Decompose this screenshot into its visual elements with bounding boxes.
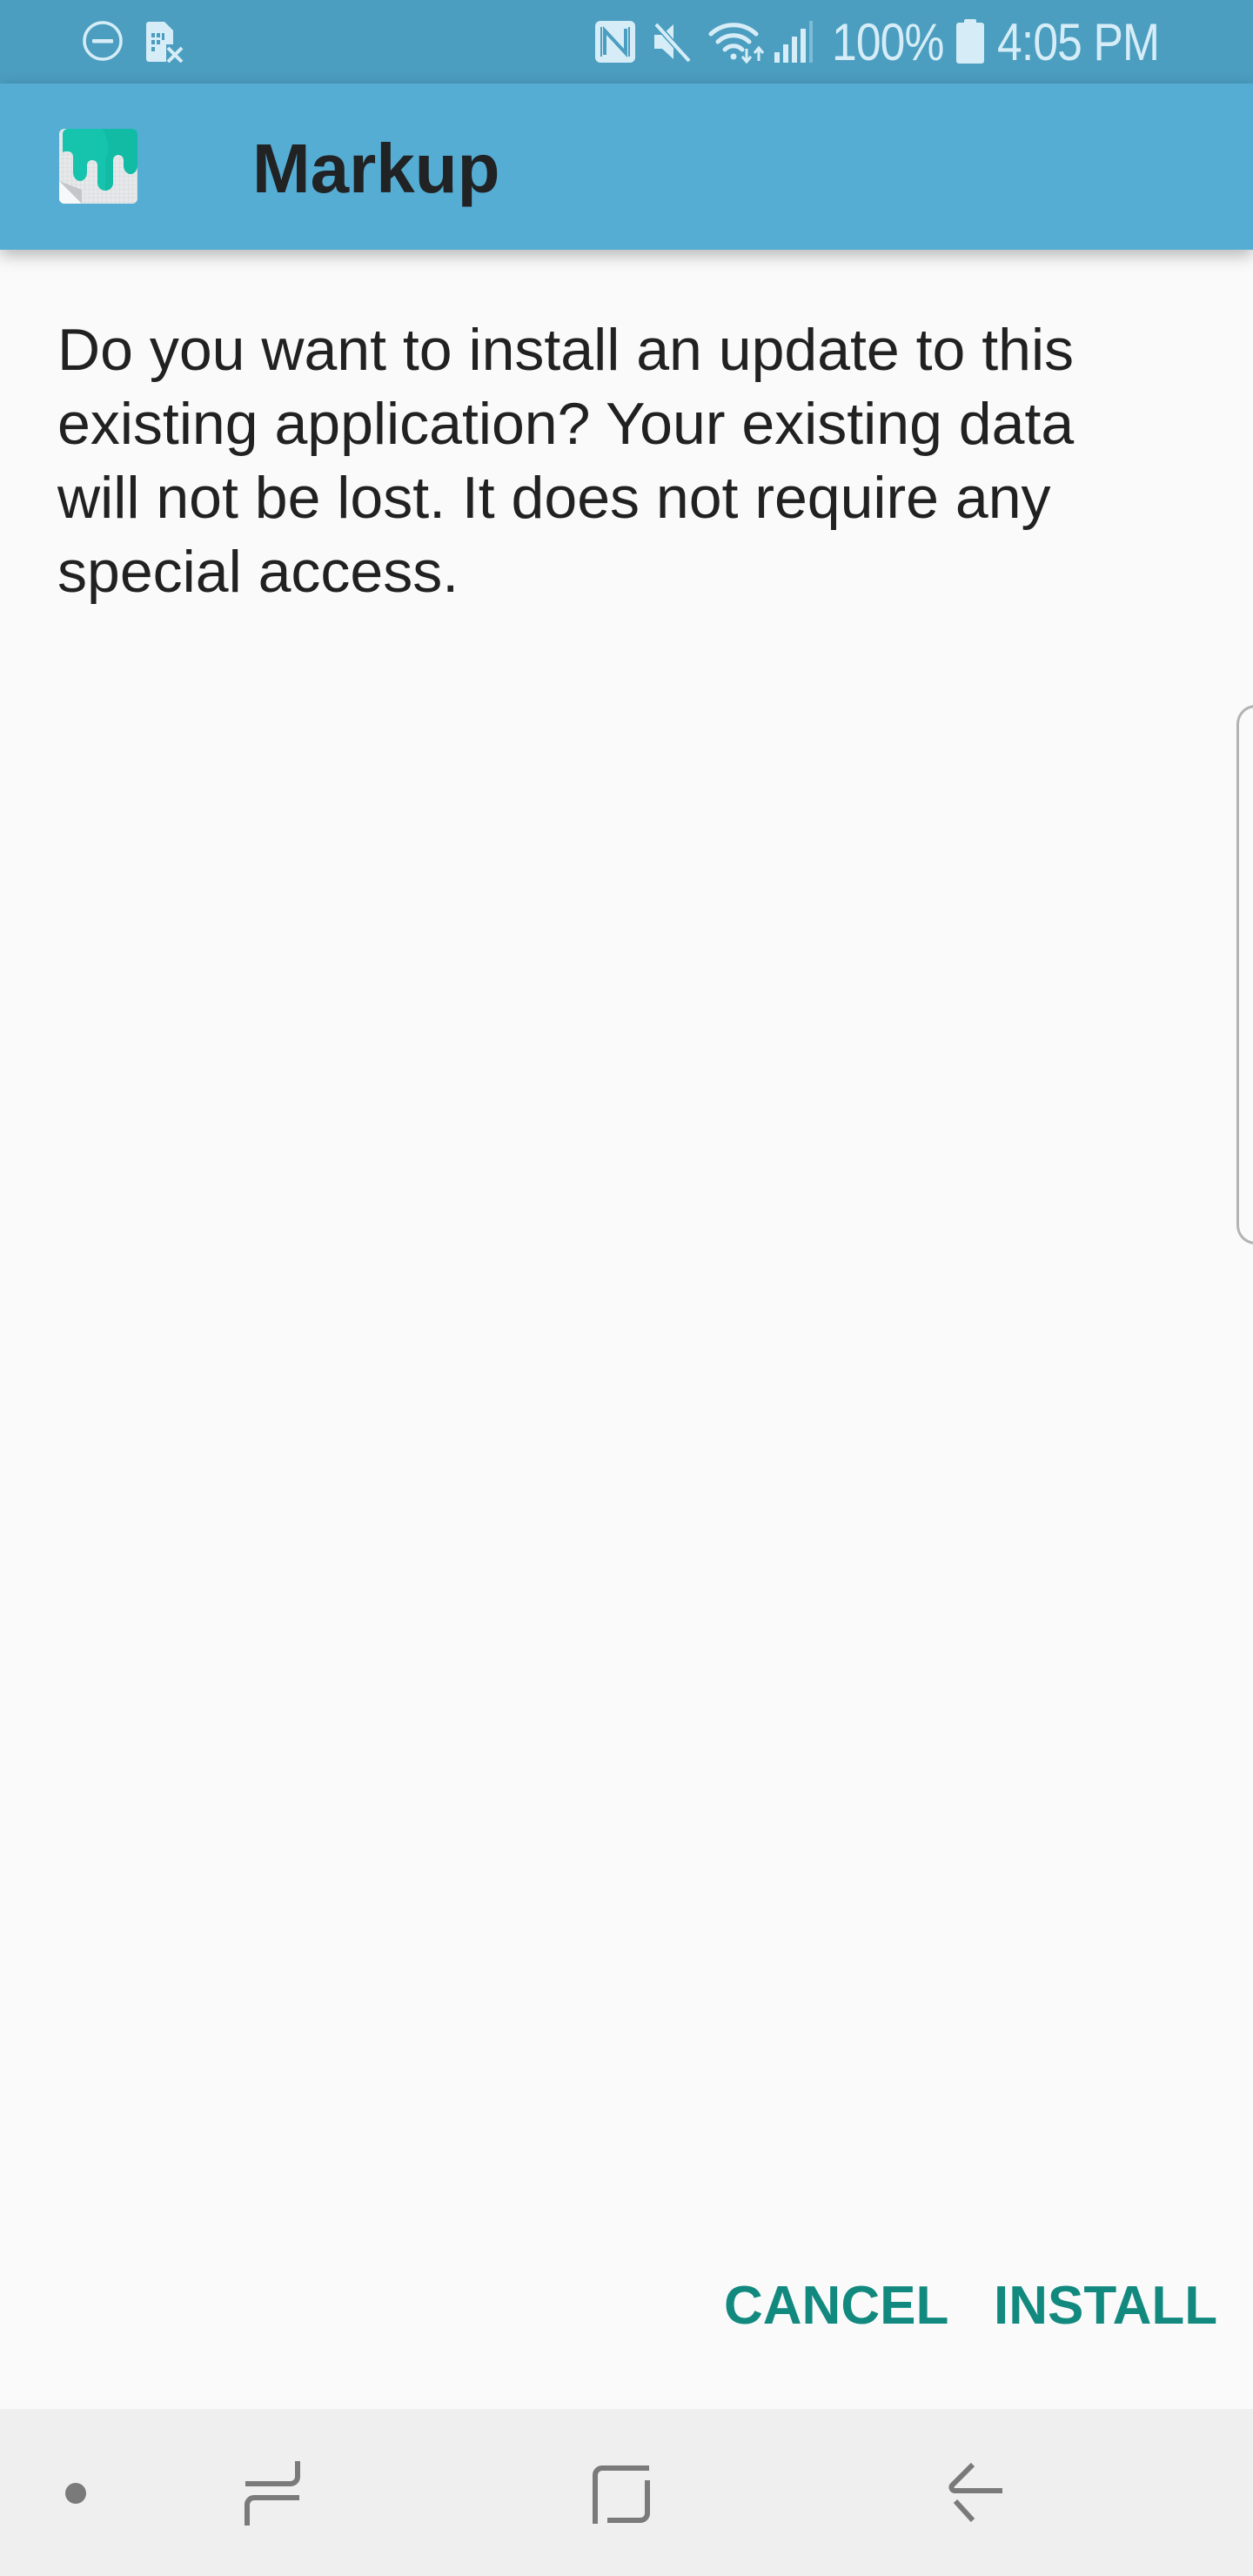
message-line: special access. [57,539,459,605]
nfc-icon [595,21,635,63]
status-bar: 100% 4:05 PM [0,0,1253,84]
do-not-disturb-icon [83,21,123,61]
hide-nav-dot-icon[interactable] [61,2479,90,2508]
message-line: Do you want to install an update to this [57,317,1075,383]
install-button[interactable]: INSTALL [994,2270,1217,2343]
cancel-button[interactable]: CANCEL [724,2270,948,2343]
markup-app-icon [59,129,137,204]
battery-icon [956,19,984,64]
battery-percent: 100% [832,13,944,71]
status-time: 4:05 PM [997,13,1160,71]
mute-icon [653,22,692,63]
app-title: Markup [252,130,500,207]
back-icon[interactable] [943,2461,1006,2529]
app-bar: Markup [0,84,1253,250]
wifi-icon [708,23,765,64]
navigation-bar [0,2409,1253,2576]
home-icon[interactable] [592,2463,654,2527]
install-message: Do you want to install an update to this… [57,313,1206,609]
no-sim-icon [146,22,184,63]
cellular-signal-icon [774,21,813,63]
message-line: existing application? Your existing data [57,391,1075,457]
edge-panel-handle[interactable] [1236,705,1253,1244]
recents-icon[interactable] [242,2459,303,2529]
message-line: will not be lost. It does not require an… [57,465,1051,531]
